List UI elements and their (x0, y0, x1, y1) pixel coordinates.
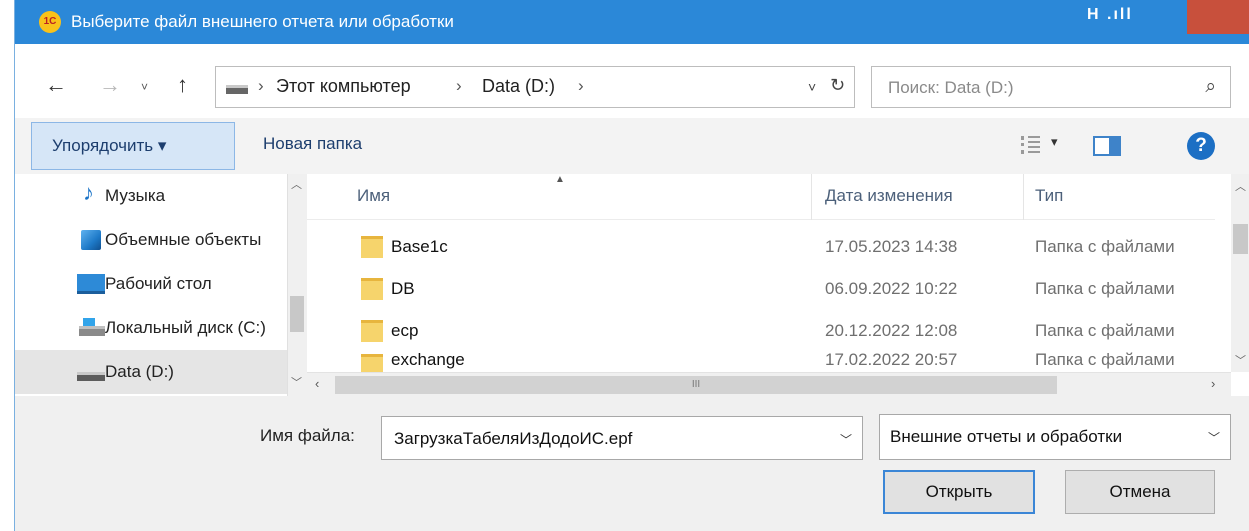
command-toolbar: Упорядочить ▾ Новая папка ▾ ? (15, 118, 1249, 174)
filetype-select[interactable]: Внешние отчеты и обработки ﹀ (879, 414, 1231, 460)
address-chevron-down-icon[interactable]: ˅ (808, 79, 816, 95)
column-header-type[interactable]: Тип (1035, 186, 1063, 206)
nav-item-local-disk-c[interactable]: Локальный диск (C:) (15, 306, 287, 350)
nav-item-3d-objects[interactable]: Объемные объекты (15, 218, 287, 262)
navigation-pane: ♪ Музыка Объемные объекты Рабочий стол Л… (15, 174, 305, 396)
file-date: 17.05.2023 14:38 (825, 237, 958, 256)
filename-value[interactable]: ЗагрузкаТабеляИзДодоИС.epf (394, 429, 632, 449)
folder-icon (361, 320, 383, 342)
file-row[interactable]: Base1c 17.05.2023 14:38 Папка с файлами (307, 226, 1215, 268)
nav-pane-scrollbar[interactable]: ︿ ﹀ (287, 174, 305, 396)
breadcrumb-this-pc[interactable]: Этот компьютер (276, 76, 411, 97)
open-button[interactable]: Открыть (883, 470, 1035, 514)
file-list-horizontal-scrollbar[interactable]: ‹ III › (307, 372, 1231, 396)
file-date: 17.02.2022 20:57 (825, 350, 958, 369)
file-name: ecp (391, 321, 419, 340)
folder-icon (361, 278, 383, 300)
title-bar[interactable]: 1С Выберите файл внешнего отчета или обр… (15, 0, 1249, 44)
scrollbar-thumb[interactable] (1233, 224, 1248, 254)
folder-icon (361, 354, 383, 372)
column-header-date[interactable]: Дата изменения (825, 186, 953, 206)
scrollbar-thumb[interactable]: III (335, 376, 1057, 394)
music-icon: ♪ (83, 180, 94, 205)
file-date: 20.12.2022 12:08 (825, 321, 958, 340)
file-name: DB (391, 279, 415, 298)
file-list-header: ▲ Имя Дата изменения Тип (307, 174, 1215, 220)
file-list: ▲ Имя Дата изменения Тип Base1c 17.05.20… (307, 174, 1249, 396)
scroll-down-arrow-icon[interactable]: ﹀ (291, 374, 302, 390)
nav-item-desktop[interactable]: Рабочий стол (15, 262, 287, 306)
file-type: Папка с файлами (1035, 237, 1175, 256)
cancel-button[interactable]: Отмена (1065, 470, 1215, 514)
breadcrumb-separator[interactable]: › (456, 76, 462, 96)
file-name: Base1c (391, 237, 448, 256)
recent-locations-chevron-down-icon[interactable]: ˅ (141, 80, 148, 94)
scroll-down-arrow-icon[interactable]: ﹀ (1235, 352, 1246, 368)
breadcrumb-separator[interactable]: › (578, 76, 584, 96)
window-title: Выберите файл внешнего отчета или обрабо… (71, 12, 454, 31)
nav-item-label: Рабочий стол (105, 274, 212, 293)
scroll-up-arrow-icon[interactable]: ︿ (1235, 178, 1246, 194)
nav-item-data-d[interactable]: Data (D:) (15, 350, 287, 394)
filename-field[interactable]: ЗагрузкаТабеляИзДодоИС.epf ﹀ (381, 416, 863, 460)
filename-chevron-down-icon[interactable]: ﹀ (840, 431, 852, 448)
nav-item-label: Локальный диск (C:) (105, 318, 266, 337)
nav-item-label: Объемные объекты (105, 230, 262, 249)
nav-item-music[interactable]: ♪ Музыка (15, 174, 287, 218)
filetype-chevron-down-icon[interactable]: ﹀ (1208, 429, 1220, 446)
file-list-vertical-scrollbar[interactable]: ︿ ﹀ (1231, 174, 1249, 372)
breadcrumb-separator[interactable]: › (258, 76, 264, 96)
nav-item-label: Data (D:) (105, 362, 174, 381)
organize-button[interactable]: Упорядочить ▾ (31, 122, 235, 170)
search-placeholder: Поиск: Data (D:) (888, 78, 1014, 97)
change-view-button[interactable]: ▾ (1021, 132, 1069, 160)
folder-icon (361, 236, 383, 258)
breadcrumb-data-d[interactable]: Data (D:) (482, 76, 555, 97)
file-open-dialog: 1С Выберите файл внешнего отчета или обр… (14, 0, 1249, 531)
signal-indicator: H .ıll (1087, 6, 1133, 23)
file-name: exchange (391, 350, 465, 369)
scroll-up-arrow-icon[interactable]: ︿ (291, 176, 302, 192)
up-button[interactable]: ↑ (177, 72, 188, 98)
back-button[interactable]: ← (45, 72, 67, 98)
scroll-left-arrow-icon[interactable]: ‹ (315, 376, 319, 391)
forward-button[interactable]: → (99, 72, 121, 98)
view-chevron-down-icon[interactable]: ▾ (1051, 134, 1058, 150)
help-icon[interactable]: ? (1187, 132, 1215, 160)
close-button[interactable] (1187, 0, 1249, 44)
column-divider[interactable] (1023, 174, 1024, 220)
file-type: Папка с файлами (1035, 321, 1175, 340)
file-row[interactable]: exchange 17.02.2022 20:57 Папка с файлам… (307, 344, 1215, 372)
file-type: Папка с файлами (1035, 279, 1175, 298)
preview-pane-icon[interactable] (1093, 136, 1121, 156)
drive-icon (77, 372, 105, 381)
scrollbar-thumb[interactable] (290, 296, 304, 332)
address-row: ← → ˅ ↑ › Этот компьютер › Data (D:) › ˅… (15, 44, 1249, 118)
3d-objects-icon (81, 230, 101, 250)
scroll-right-arrow-icon[interactable]: › (1211, 376, 1215, 391)
details-view-icon (1021, 136, 1041, 154)
search-icon[interactable]: ⌕ (1205, 76, 1216, 98)
local-disk-icon (79, 326, 105, 336)
sort-ascending-icon: ▲ (555, 174, 565, 185)
address-bar[interactable]: › Этот компьютер › Data (D:) › ˅ ↻ (215, 66, 855, 108)
file-type: Папка с файлами (1035, 350, 1175, 369)
file-date: 06.09.2022 10:22 (825, 279, 958, 298)
column-divider[interactable] (811, 174, 812, 220)
dialog-footer: Имя файла: ЗагрузкаТабеляИзДодоИС.epf ﹀ … (15, 396, 1249, 531)
nav-item-label: Музыка (105, 186, 166, 205)
desktop-icon (77, 274, 105, 294)
drive-icon (226, 85, 248, 94)
file-row[interactable]: DB 06.09.2022 10:22 Папка с файлами (307, 268, 1215, 310)
column-header-name[interactable]: Имя (357, 186, 390, 206)
refresh-icon[interactable]: ↻ (830, 75, 845, 96)
filetype-value: Внешние отчеты и обработки (890, 427, 1123, 446)
app-1c-icon: 1С (39, 11, 61, 33)
new-folder-button[interactable]: Новая папка (263, 134, 362, 154)
filename-label: Имя файла: (260, 426, 355, 445)
search-input[interactable]: Поиск: Data (D:) ⌕ (871, 66, 1231, 108)
